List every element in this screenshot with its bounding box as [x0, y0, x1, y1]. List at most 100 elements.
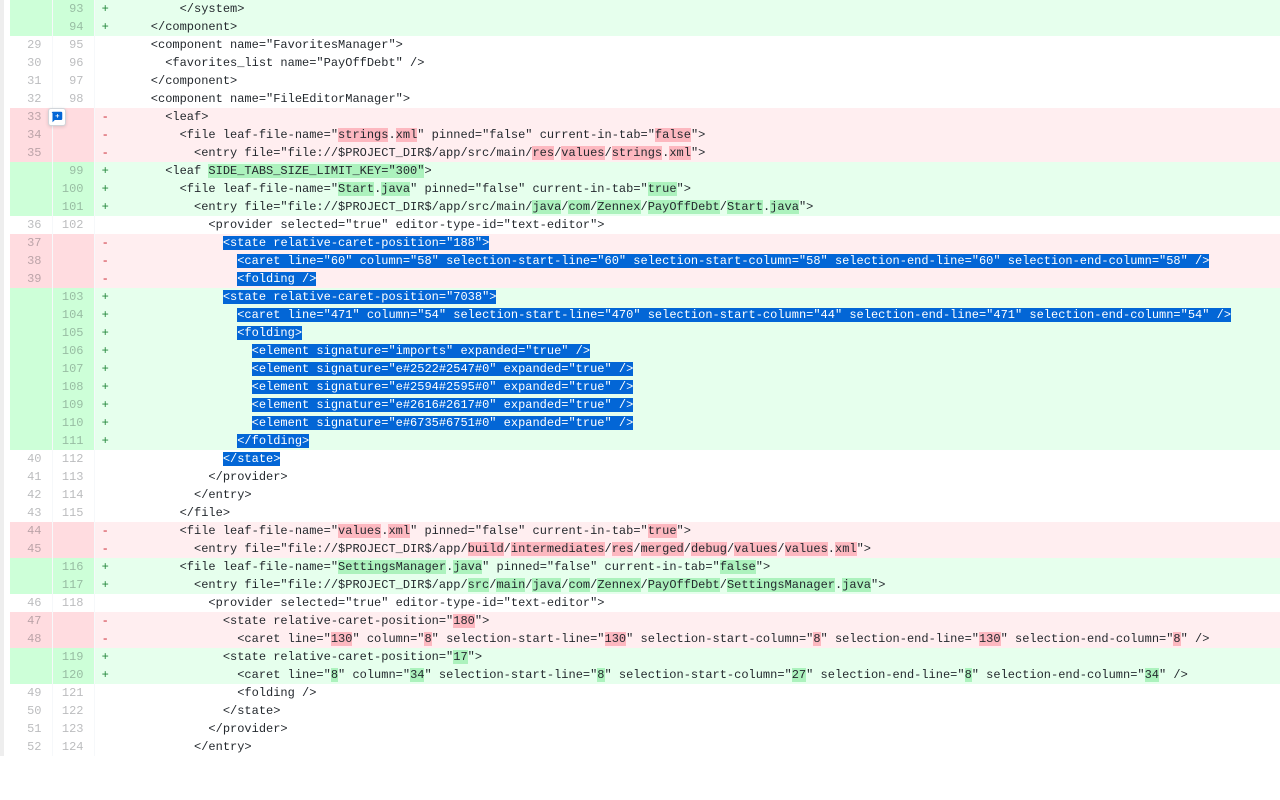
- new-line-number[interactable]: [52, 270, 94, 288]
- code-content[interactable]: <entry file="file://$PROJECT_DIR$/app/sr…: [116, 576, 1280, 594]
- new-line-number[interactable]: 113: [52, 468, 94, 486]
- old-line-number[interactable]: [10, 360, 52, 378]
- code-content[interactable]: <file leaf-file-name="SettingsManager.ja…: [116, 558, 1280, 576]
- new-line-number[interactable]: 108: [52, 378, 94, 396]
- old-line-number[interactable]: 48: [10, 630, 52, 648]
- new-line-number[interactable]: 122: [52, 702, 94, 720]
- diff-line[interactable]: 93+ </system>: [10, 0, 1280, 18]
- code-content[interactable]: <entry file="file://$PROJECT_DIR$/app/sr…: [116, 198, 1280, 216]
- diff-line[interactable]: 51123 </provider>: [10, 720, 1280, 738]
- new-line-number[interactable]: 118: [52, 594, 94, 612]
- old-line-number[interactable]: 40: [10, 450, 52, 468]
- diff-line[interactable]: 100+ <file leaf-file-name="Start.java" p…: [10, 180, 1280, 198]
- old-line-number[interactable]: [10, 432, 52, 450]
- new-line-number[interactable]: 99: [52, 162, 94, 180]
- code-content[interactable]: </state>: [116, 702, 1280, 720]
- new-line-number[interactable]: 120: [52, 666, 94, 684]
- old-line-number[interactable]: 43: [10, 504, 52, 522]
- code-content[interactable]: <favorites_list name="PayOffDebt" />: [116, 54, 1280, 72]
- new-line-number[interactable]: [52, 522, 94, 540]
- diff-line[interactable]: 33- <leaf>: [10, 108, 1280, 126]
- old-line-number[interactable]: [10, 306, 52, 324]
- diff-line[interactable]: 105+ <folding>: [10, 324, 1280, 342]
- code-content[interactable]: </entry>: [116, 738, 1280, 756]
- old-line-number[interactable]: [10, 162, 52, 180]
- new-line-number[interactable]: 102: [52, 216, 94, 234]
- old-line-number[interactable]: [10, 18, 52, 36]
- new-line-number[interactable]: 93: [52, 0, 94, 18]
- new-line-number[interactable]: 116: [52, 558, 94, 576]
- new-line-number[interactable]: 106: [52, 342, 94, 360]
- code-content[interactable]: </system>: [116, 0, 1280, 18]
- new-line-number[interactable]: 109: [52, 396, 94, 414]
- code-content[interactable]: <folding />: [116, 684, 1280, 702]
- new-line-number[interactable]: 110: [52, 414, 94, 432]
- diff-line[interactable]: 107+ <element signature="e#2522#2547#0" …: [10, 360, 1280, 378]
- diff-line[interactable]: 104+ <caret line="471" column="54" selec…: [10, 306, 1280, 324]
- new-line-number[interactable]: [52, 540, 94, 558]
- old-line-number[interactable]: 46: [10, 594, 52, 612]
- code-content[interactable]: <element signature="e#2522#2547#0" expan…: [116, 360, 1280, 378]
- new-line-number[interactable]: 94: [52, 18, 94, 36]
- new-line-number[interactable]: 111: [52, 432, 94, 450]
- old-line-number[interactable]: 52: [10, 738, 52, 756]
- code-content[interactable]: <provider selected="true" editor-type-id…: [116, 594, 1280, 612]
- old-line-number[interactable]: [10, 648, 52, 666]
- old-line-number[interactable]: 38: [10, 252, 52, 270]
- diff-line[interactable]: 42114 </entry>: [10, 486, 1280, 504]
- diff-line[interactable]: 34- <file leaf-file-name="strings.xml" p…: [10, 126, 1280, 144]
- old-line-number[interactable]: 47: [10, 612, 52, 630]
- code-content[interactable]: <provider selected="true" editor-type-id…: [116, 216, 1280, 234]
- new-line-number[interactable]: 114: [52, 486, 94, 504]
- old-line-number[interactable]: 35: [10, 144, 52, 162]
- diff-line[interactable]: 116+ <file leaf-file-name="SettingsManag…: [10, 558, 1280, 576]
- old-line-number[interactable]: [10, 288, 52, 306]
- old-line-number[interactable]: [10, 396, 52, 414]
- code-content[interactable]: <caret line="8" column="34" selection-st…: [116, 666, 1280, 684]
- diff-line[interactable]: 36102 <provider selected="true" editor-t…: [10, 216, 1280, 234]
- diff-line[interactable]: 2995 <component name="FavoritesManager">: [10, 36, 1280, 54]
- diff-line[interactable]: 43115 </file>: [10, 504, 1280, 522]
- code-content[interactable]: </provider>: [116, 468, 1280, 486]
- add-comment-button[interactable]: [48, 108, 66, 126]
- new-line-number[interactable]: [52, 630, 94, 648]
- code-content[interactable]: <state relative-caret-position="7038">: [116, 288, 1280, 306]
- new-line-number[interactable]: 124: [52, 738, 94, 756]
- diff-line[interactable]: 45- <entry file="file://$PROJECT_DIR$/ap…: [10, 540, 1280, 558]
- old-line-number[interactable]: [10, 576, 52, 594]
- code-content[interactable]: <folding />: [116, 270, 1280, 288]
- diff-line[interactable]: 3096 <favorites_list name="PayOffDebt" /…: [10, 54, 1280, 72]
- diff-line[interactable]: 44- <file leaf-file-name="values.xml" pi…: [10, 522, 1280, 540]
- new-line-number[interactable]: [52, 144, 94, 162]
- old-line-number[interactable]: 41: [10, 468, 52, 486]
- code-content[interactable]: <entry file="file://$PROJECT_DIR$/app/sr…: [116, 144, 1280, 162]
- diff-line[interactable]: 119+ <state relative-caret-position="17"…: [10, 648, 1280, 666]
- old-line-number[interactable]: [10, 666, 52, 684]
- old-line-number[interactable]: 30: [10, 54, 52, 72]
- old-line-number[interactable]: 33: [10, 108, 52, 126]
- code-content[interactable]: <state relative-caret-position="17">: [116, 648, 1280, 666]
- old-line-number[interactable]: [10, 378, 52, 396]
- diff-line[interactable]: 110+ <element signature="e#6735#6751#0" …: [10, 414, 1280, 432]
- diff-line[interactable]: 38- <caret line="60" column="58" selecti…: [10, 252, 1280, 270]
- code-content[interactable]: <folding>: [116, 324, 1280, 342]
- diff-line[interactable]: 39- <folding />: [10, 270, 1280, 288]
- diff-line[interactable]: 41113 </provider>: [10, 468, 1280, 486]
- old-line-number[interactable]: 31: [10, 72, 52, 90]
- code-content[interactable]: <caret line="60" column="58" selection-s…: [116, 252, 1280, 270]
- code-content[interactable]: </folding>: [116, 432, 1280, 450]
- old-line-number[interactable]: 34: [10, 126, 52, 144]
- new-line-number[interactable]: 123: [52, 720, 94, 738]
- old-line-number[interactable]: [10, 324, 52, 342]
- new-line-number[interactable]: 121: [52, 684, 94, 702]
- old-line-number[interactable]: 50: [10, 702, 52, 720]
- diff-line[interactable]: 40112 </state>: [10, 450, 1280, 468]
- diff-line[interactable]: 35- <entry file="file://$PROJECT_DIR$/ap…: [10, 144, 1280, 162]
- code-content[interactable]: <leaf>: [116, 108, 1280, 126]
- diff-line[interactable]: 3298 <component name="FileEditorManager"…: [10, 90, 1280, 108]
- old-line-number[interactable]: [10, 0, 52, 18]
- code-content[interactable]: <element signature="imports" expanded="t…: [116, 342, 1280, 360]
- old-line-number[interactable]: 29: [10, 36, 52, 54]
- new-line-number[interactable]: 96: [52, 54, 94, 72]
- code-content[interactable]: </file>: [116, 504, 1280, 522]
